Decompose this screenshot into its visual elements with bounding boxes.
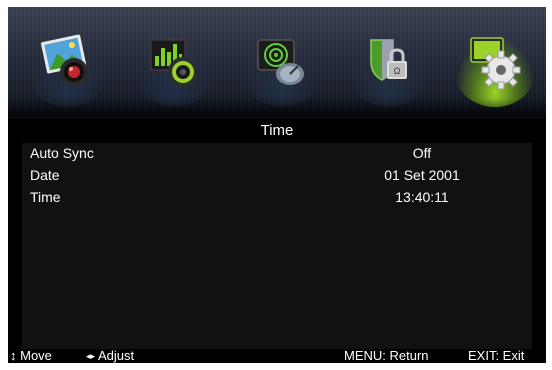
up-down-arrows-icon: ↕: [10, 348, 17, 363]
hint-adjust-label: Adjust: [97, 348, 135, 363]
tab-sound[interactable]: [130, 17, 220, 109]
section-header: Time: [8, 117, 546, 142]
category-bar: Ω: [8, 7, 546, 117]
hint-move-label: Move: [20, 348, 52, 363]
svg-text:Ω: Ω: [394, 66, 401, 76]
setting-row-date[interactable]: Date 01 Set 2001: [22, 165, 532, 185]
setting-row-auto-sync[interactable]: Auto Sync Off: [22, 143, 532, 163]
key-hints: ↕ Move ◂▸ Adjust MENU: Return EXIT: Exit: [8, 348, 546, 363]
hint-move: ↕ Move: [10, 348, 52, 363]
setting-label: Date: [30, 167, 60, 183]
picture-icon: [41, 34, 88, 86]
lock-icon: Ω: [370, 39, 407, 81]
tab-picture[interactable]: [23, 17, 113, 109]
page-title: Time: [260, 122, 294, 139]
channel-icon: [257, 39, 304, 85]
setting-value[interactable]: 01 Set 2001: [322, 167, 522, 183]
tab-setup[interactable]: [450, 17, 540, 109]
osd-menu: Ω Time Auto Sync Off Date 01 Set 2001 Ti…: [8, 7, 546, 363]
hint-exit: EXIT: Exit: [468, 348, 525, 363]
hint-adjust: ◂▸ Adjust: [86, 348, 134, 363]
setting-value[interactable]: 13:40:11: [322, 189, 522, 205]
hint-menu-return: MENU: Return: [344, 348, 429, 363]
left-right-arrows-icon: ◂▸: [86, 351, 96, 361]
setting-row-time[interactable]: Time 13:40:11: [22, 187, 532, 207]
sound-icon: [150, 39, 198, 87]
setting-value[interactable]: Off: [322, 145, 522, 161]
setup-gear-icon: [470, 37, 521, 90]
tab-lock[interactable]: Ω: [344, 17, 434, 109]
settings-list: Auto Sync Off Date 01 Set 2001 Time 13:4…: [22, 143, 532, 349]
setting-label: Auto Sync: [30, 145, 94, 161]
setting-label: Time: [30, 189, 61, 205]
tab-channel[interactable]: [237, 17, 327, 109]
